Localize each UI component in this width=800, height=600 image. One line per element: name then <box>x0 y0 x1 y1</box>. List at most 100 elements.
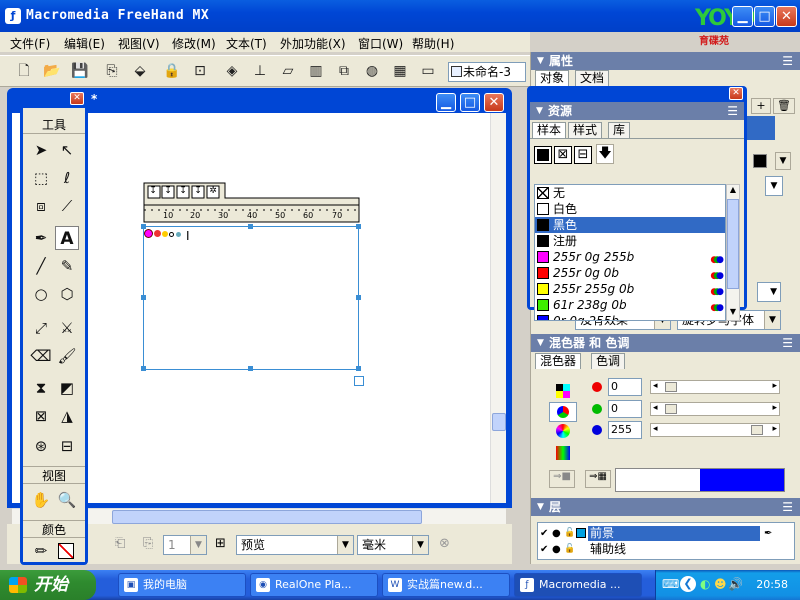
center-tab-icon[interactable]: ↧ <box>177 186 189 196</box>
blend-tool-icon[interactable]: ⧗ <box>29 376 53 400</box>
menu-edit[interactable]: 编辑(E) <box>64 35 105 52</box>
lock-icon[interactable]: 🔓 <box>564 542 575 557</box>
view-mode-select[interactable]: 预览 ▼ <box>236 535 354 555</box>
visibility-dot-icon[interactable]: ● <box>552 542 561 557</box>
swatch-list-scrollbar[interactable]: ▲ ▼ <box>726 184 740 321</box>
system-color-icon[interactable] <box>553 444 573 462</box>
task-macromedia[interactable]: ƒ Macromedia ... <box>514 573 642 597</box>
maximize-button[interactable]: □ <box>754 6 775 27</box>
red-value-field[interactable]: 0 <box>608 378 642 396</box>
lasso-tool-icon[interactable]: ℓ <box>55 166 79 190</box>
menu-file[interactable]: 文件(F) <box>10 35 50 52</box>
tab-document[interactable]: 文档 <box>575 70 610 86</box>
export-icon[interactable]: ⬙ <box>130 61 150 81</box>
swatch-row[interactable]: 注册 <box>535 233 725 249</box>
knife-tool-icon[interactable]: ⚔ <box>55 316 79 340</box>
swatch-row[interactable]: 白色 <box>535 201 725 217</box>
swatch-row[interactable]: 无 <box>535 185 725 201</box>
resources-close-button[interactable]: ✕ <box>729 87 743 100</box>
table-icon[interactable]: ▦ <box>390 61 410 81</box>
panel-options-icon[interactable]: ☰ <box>782 498 793 516</box>
document-name-field[interactable]: 未命名-3 <box>448 62 526 82</box>
add-icon[interactable]: + <box>751 98 771 114</box>
task-word-document[interactable]: W 实战篇new.d... <box>382 573 510 597</box>
pen-tool-icon[interactable]: ✒ <box>29 226 53 250</box>
hand-tool-icon[interactable]: ✋ <box>29 488 53 512</box>
both-swatch-icon[interactable]: ⊠ <box>554 146 572 164</box>
selection-handle[interactable] <box>356 366 361 371</box>
resources-panel-header[interactable]: ▼ 资源 ☰ <box>530 102 744 120</box>
text-box[interactable]: I <box>141 224 361 371</box>
swatch-row[interactable]: 黑色 <box>535 217 725 233</box>
save-icon[interactable]: 💾 <box>70 61 90 81</box>
connector-tool-icon[interactable]: ⊛ <box>29 434 53 458</box>
tab-library[interactable]: 库 <box>608 122 631 138</box>
doc-close-button[interactable]: ✕ <box>484 93 504 112</box>
task-my-computer[interactable]: ▣ 我的电脑 <box>118 573 246 597</box>
scroll-up-icon[interactable]: ▲ <box>727 185 739 198</box>
swatch-row[interactable]: 255r 0g 255b ●●● <box>535 249 725 265</box>
group-icon[interactable]: ◈ <box>222 61 242 81</box>
tab-object[interactable]: 对象 <box>535 70 570 86</box>
import-icon[interactable]: ⎘ <box>102 61 122 81</box>
doc-minimize-button[interactable]: ▁ <box>436 93 456 112</box>
red-slider[interactable]: ◂ ▸ <box>650 380 780 394</box>
page-tool-icon[interactable]: ⬚ <box>29 166 53 190</box>
unlock-icon[interactable]: ⊡ <box>190 61 210 81</box>
selection-handle[interactable] <box>356 224 361 229</box>
right-tab-icon[interactable]: ↧ <box>162 186 174 196</box>
selection-handle[interactable] <box>356 295 361 300</box>
layer-color-swatch[interactable] <box>576 528 586 538</box>
blue-value-field[interactable]: 255 <box>608 421 642 439</box>
close-button[interactable]: ✕ <box>776 6 797 27</box>
selection-handle[interactable] <box>141 366 146 371</box>
task-realone[interactable]: ◉ RealOne Pla... <box>250 573 378 597</box>
add-to-swatches-icon[interactable]: ⇒■ <box>549 470 575 488</box>
left-tab-icon[interactable]: ↧ <box>147 186 159 196</box>
doc-maximize-button[interactable]: □ <box>460 93 480 112</box>
start-button[interactable]: 开始 <box>0 570 96 600</box>
extrude-tool-icon[interactable]: ◩ <box>55 376 79 400</box>
menu-help[interactable]: 帮助(H) <box>412 35 454 52</box>
menu-view[interactable]: 视图(V) <box>118 35 160 52</box>
fill-color-icon[interactable] <box>55 539 79 563</box>
stroke-swatch-icon[interactable]: ⊟ <box>574 146 592 164</box>
tab-styles[interactable]: 样式 <box>568 122 603 138</box>
selection-handle[interactable] <box>141 224 146 229</box>
network-icon[interactable]: ◐ <box>700 577 710 591</box>
swatch-row[interactable]: 255r 0g 0b ●●● <box>535 265 725 281</box>
chevron-left-icon[interactable]: ❮ <box>680 576 696 592</box>
transform-icon[interactable]: ▱ <box>278 61 298 81</box>
speaker-icon[interactable]: 🔊 <box>728 577 743 591</box>
swatch-scroll-thumb[interactable] <box>727 199 739 289</box>
tab-tints[interactable]: 色调 <box>591 353 626 369</box>
chevron-down-icon[interactable]: ▼ <box>775 152 791 170</box>
align-icon[interactable]: ⊥ <box>250 61 270 81</box>
minimize-button[interactable]: ▁ <box>732 6 753 27</box>
tools-close-button[interactable]: ✕ <box>70 92 84 105</box>
add-page-icon[interactable]: ⊞ <box>215 536 226 551</box>
checkmark-icon[interactable]: ✔ <box>540 542 548 557</box>
decimal-tab-icon[interactable]: ↧ <box>192 186 204 196</box>
color-mixer-icon[interactable]: ◍ <box>362 61 382 81</box>
fill-swatch-icon[interactable] <box>534 146 552 164</box>
first-page-icon[interactable]: ⎗ <box>115 536 125 551</box>
layer-row[interactable]: ✔ ● 🔓 辅助线 <box>538 542 788 557</box>
eraser-tool-icon[interactable]: ⌫ <box>29 344 53 368</box>
panel-options-icon[interactable]: ☰ <box>727 102 738 120</box>
properties-panel-header[interactable]: ▼ 属性 ☰ <box>531 52 800 70</box>
blue-slider[interactable]: ◂ ▸ <box>650 423 780 437</box>
display-icon[interactable]: ▭ <box>418 61 438 81</box>
mixer-panel-header[interactable]: ▼ 混色器 和 色调 ☰ <box>531 334 800 352</box>
units-select[interactable]: 毫米 ▼ <box>357 535 429 555</box>
selection-handle[interactable] <box>248 366 253 371</box>
polygon-tool-icon[interactable]: ⬡ <box>55 282 79 306</box>
keyboard-icon[interactable]: ⌨ <box>662 577 679 591</box>
open-folder-icon[interactable]: 📂 <box>42 61 62 81</box>
arrow-down-icon[interactable]: 🡇 <box>596 144 614 164</box>
panel-options-icon[interactable]: ☰ <box>782 334 793 352</box>
menu-window[interactable]: 窗口(W) <box>358 35 403 52</box>
cmyk-mode-icon[interactable] <box>553 382 573 400</box>
layer-row[interactable]: ✔ ● 🔓 前景 ✒ <box>538 526 788 541</box>
menu-text[interactable]: 文本(T) <box>226 35 267 52</box>
